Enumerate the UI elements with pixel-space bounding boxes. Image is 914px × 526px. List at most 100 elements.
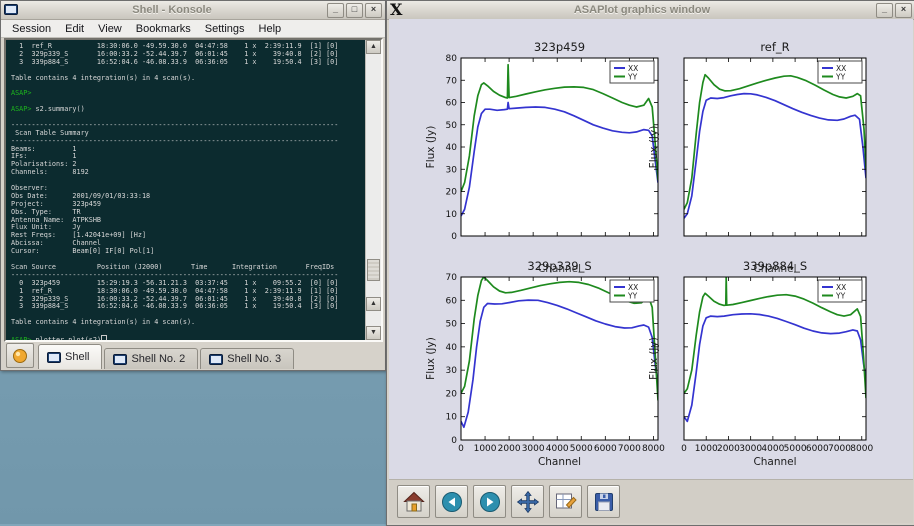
subplot-323p459[interactable]: 01020304050607080323p459ChannelFlux (Jy)… <box>461 58 658 236</box>
plot-title: 339p884_S <box>743 259 807 273</box>
axes-background <box>461 58 658 236</box>
tab-shell-no-3[interactable]: Shell No. 3 <box>200 348 294 369</box>
configure-subplots-icon <box>554 490 578 514</box>
x-tick-label: 5000 <box>784 444 807 454</box>
save-button[interactable] <box>587 485 620 518</box>
x-axis-label: Channel <box>753 456 796 468</box>
y-axis-label: Flux (Jy) <box>425 337 437 380</box>
x-tick-label: 8000 <box>642 444 665 454</box>
home-button[interactable] <box>397 485 430 518</box>
y-tick-label: 80 <box>446 54 458 64</box>
terminal-area[interactable]: 1 ref_R 18:30:06.0 -49.59.30.0 04:47:58 … <box>4 38 383 342</box>
maximize-button[interactable]: □ <box>346 3 363 18</box>
konsole-titlebar[interactable]: Shell - Konsole _ □ × <box>1 1 385 20</box>
x11-logo-icon: X <box>390 2 410 18</box>
asaplot-window: X ASAPlot graphics window _ × 0102030405… <box>386 0 914 526</box>
y-axis-label: Flux (Jy) <box>648 126 660 169</box>
y-tick-label: 60 <box>446 99 458 109</box>
terminal-line: ASAP> s2.summary() <box>11 106 365 114</box>
x-tick-label: 3000 <box>739 444 762 454</box>
scroll-down-icon[interactable]: ▼ <box>366 326 381 340</box>
plot-minimize-button[interactable]: _ <box>876 3 893 18</box>
x-tick-label: 8000 <box>850 444 873 454</box>
tab-label: Shell No. 2 <box>131 353 185 365</box>
tab-shell-no-2[interactable]: Shell No. 2 <box>104 348 198 369</box>
close-button[interactable]: × <box>365 3 382 18</box>
session-tab-bar: Shell Shell No. 2 Shell No. 3 <box>4 342 382 369</box>
x-tick-label: 1000 <box>474 444 497 454</box>
y-tick-label: 30 <box>446 165 458 175</box>
legend: XXYY <box>610 280 654 302</box>
terminal-scrollbar[interactable]: ▲ ▲ ▼ <box>365 40 381 340</box>
y-tick-label: 70 <box>446 273 458 283</box>
terminal-line: ASAP> <box>11 90 365 98</box>
axes-background <box>684 58 866 236</box>
legend: XXYY <box>818 280 862 302</box>
x-tick-label: 6000 <box>594 444 617 454</box>
konsole-window: Shell - Konsole _ □ × SessionEditViewBoo… <box>0 0 386 371</box>
y-axis-label: Flux (Jy) <box>425 126 437 169</box>
subplot-ref_R[interactable]: ref_RChannelFlux (Jy)XXYY <box>684 58 866 236</box>
back-icon <box>440 490 464 514</box>
plot-title: ref_R <box>760 40 789 54</box>
scrollbar-thumb[interactable] <box>367 259 380 281</box>
legend-label: YY <box>835 291 846 300</box>
y-tick-label: 40 <box>446 143 458 153</box>
legend-label: YY <box>627 72 638 81</box>
menu-edit[interactable]: Edit <box>58 23 91 35</box>
konsole-window-title: Shell - Konsole <box>19 4 325 16</box>
new-session-button[interactable] <box>6 343 34 368</box>
tab-shell[interactable]: Shell <box>38 344 102 369</box>
forward-button[interactable] <box>473 485 506 518</box>
menu-session[interactable]: Session <box>5 23 58 35</box>
asaplot-titlebar[interactable]: X ASAPlot graphics window _ × <box>387 1 914 20</box>
desktop: { "konsole": { "title": "Shell - Konsole… <box>0 0 914 524</box>
x-tick-label: 1000 <box>695 444 718 454</box>
menu-settings[interactable]: Settings <box>198 23 252 35</box>
scroll-up2-icon[interactable]: ▲ <box>366 297 381 311</box>
subplot-339p884_S[interactable]: 010002000300040005000600070008000339p884… <box>684 277 866 440</box>
x-tick-label: 0 <box>681 444 687 454</box>
back-button[interactable] <box>435 485 468 518</box>
y-tick-label: 10 <box>446 210 458 220</box>
configure-subplots-button[interactable] <box>549 485 582 518</box>
y-tick-label: 50 <box>446 320 458 330</box>
scroll-up-icon[interactable]: ▲ <box>366 40 381 54</box>
y-tick-label: 10 <box>446 413 458 423</box>
terminal-output[interactable]: 1 ref_R 18:30:06.0 -49.59.30.0 04:47:58 … <box>6 40 365 340</box>
x-tick-label: 5000 <box>570 444 593 454</box>
y-tick-label: 30 <box>446 366 458 376</box>
save-icon <box>592 490 616 514</box>
terminal-line: 3 339p884_S 16:52:04.6 -46.08.33.9 06:36… <box>11 59 365 67</box>
plot-title: 323p459 <box>534 40 585 54</box>
plot-close-button[interactable]: × <box>895 3 912 18</box>
menu-bookmarks[interactable]: Bookmarks <box>129 23 198 35</box>
legend: XXYY <box>818 61 862 83</box>
legend-label: YY <box>627 291 638 300</box>
home-icon <box>402 490 426 514</box>
figure-canvas[interactable]: 01020304050607080323p459ChannelFlux (Jy)… <box>389 19 913 479</box>
menu-help[interactable]: Help <box>252 23 289 35</box>
y-tick-label: 50 <box>446 121 458 131</box>
terminal-line: ASAP> plotter.plot(s2) <box>11 335 365 340</box>
terminal-line: Table contains 4 integration(s) in 4 sca… <box>11 319 365 327</box>
x-tick-label: 7000 <box>828 444 851 454</box>
terminal-line <box>11 82 365 90</box>
x-tick-label: 7000 <box>618 444 641 454</box>
terminal-line <box>11 177 365 185</box>
menu-view[interactable]: View <box>91 23 129 35</box>
subplot-329p339_S[interactable]: 0100020003000400050006000700080000102030… <box>461 277 658 440</box>
tab-label: Shell <box>65 351 89 363</box>
terminal-line: 3 339p884_S 16:52:04.6 -46.08.33.9 06:36… <box>11 303 365 311</box>
terminal-line <box>11 327 365 335</box>
forward-icon <box>478 490 502 514</box>
x-axis-label: Channel <box>538 456 581 468</box>
pan-button[interactable] <box>511 485 544 518</box>
tab-label: Shell No. 3 <box>227 353 281 365</box>
minimize-button[interactable]: _ <box>327 3 344 18</box>
x-tick-label: 3000 <box>522 444 545 454</box>
new-session-icon <box>12 348 28 364</box>
x-tick-label: 6000 <box>806 444 829 454</box>
plot-title: 329p339_S <box>527 259 591 273</box>
y-tick-label: 0 <box>451 436 457 446</box>
